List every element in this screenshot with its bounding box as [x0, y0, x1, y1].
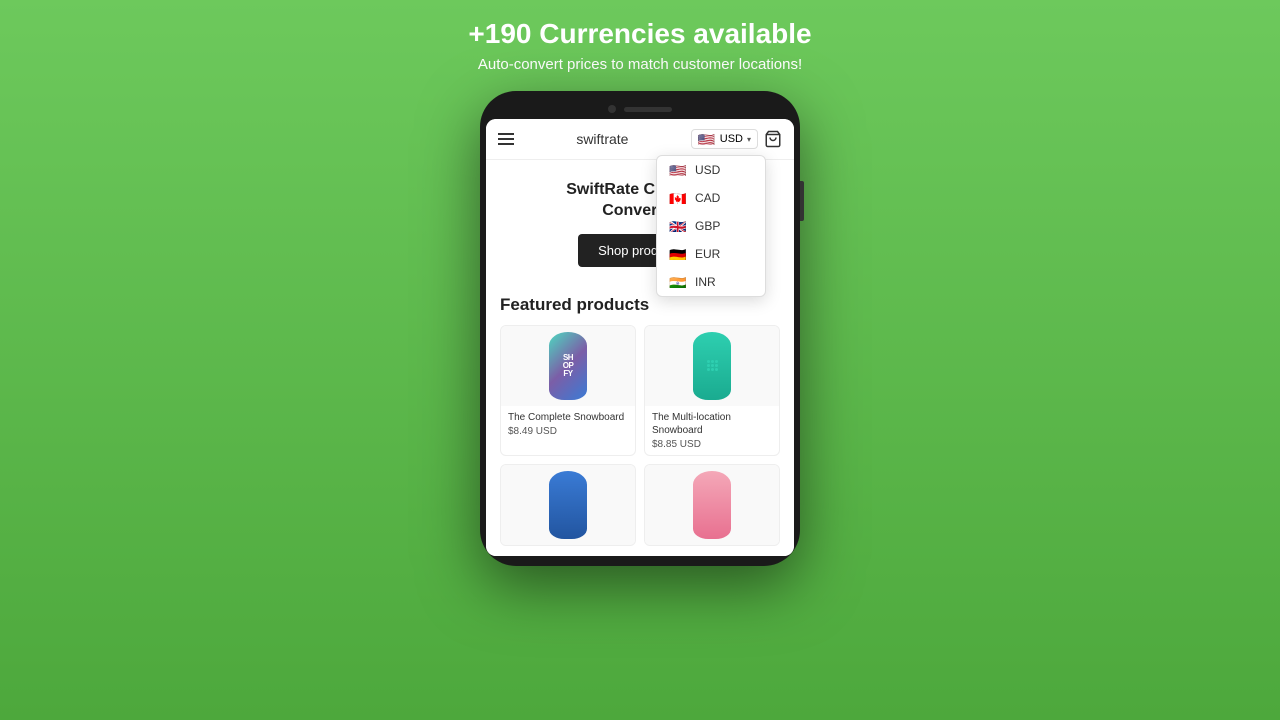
phone-mockup: swiftrate 🇺🇸 USD ▾ — [480, 91, 800, 566]
usd-label: USD — [695, 163, 720, 177]
product-name-1: The Complete Snowboard — [508, 411, 628, 424]
store-header: swiftrate 🇺🇸 USD ▾ — [486, 119, 794, 160]
products-grid-row2 — [500, 464, 780, 546]
product-image-2 — [645, 326, 779, 406]
currency-option-cad[interactable]: 🇨🇦 CAD — [657, 184, 765, 212]
gbp-label: GBP — [695, 219, 720, 233]
product-image-1: SHOPFY — [501, 326, 635, 406]
product-info-1: The Complete Snowboard $8.49 USD — [501, 406, 635, 442]
currency-option-usd[interactable]: 🇺🇸 USD — [657, 156, 765, 184]
product-name-2: The Multi-location Snowboard — [652, 411, 772, 437]
product-price-1: $8.49 USD — [508, 426, 628, 437]
featured-section: Featured products SHOPFY The Complete Sn… — [486, 283, 794, 556]
cad-label: CAD — [695, 191, 720, 205]
hamburger-menu-icon[interactable] — [498, 133, 514, 145]
flag-eur-option: 🇩🇪 — [669, 248, 687, 260]
product-card-3[interactable] — [500, 464, 636, 546]
flag-usd: 🇺🇸 — [698, 133, 716, 145]
phone-side-button — [800, 181, 804, 221]
currency-selector[interactable]: 🇺🇸 USD ▾ — [691, 129, 758, 149]
currency-dropdown[interactable]: 🇺🇸 USD 🇨🇦 CAD 🇬🇧 GBP 🇩🇪 EUR — [656, 155, 766, 297]
flag-inr-option: 🇮🇳 — [669, 276, 687, 288]
main-headline: +190 Currencies available — [468, 18, 811, 50]
snowboard-graphic-3 — [549, 471, 587, 539]
products-grid: SHOPFY The Complete Snowboard $8.49 USD — [500, 325, 780, 456]
main-subheadline: Auto-convert prices to match customer lo… — [478, 56, 802, 73]
currency-option-eur[interactable]: 🇩🇪 EUR — [657, 240, 765, 268]
header-right-controls: 🇺🇸 USD ▾ — [691, 129, 782, 149]
chevron-down-icon: ▾ — [747, 135, 751, 144]
snowboard-graphic-1: SHOPFY — [549, 332, 587, 400]
cart-icon[interactable] — [764, 130, 782, 148]
currency-option-inr[interactable]: 🇮🇳 INR — [657, 268, 765, 296]
product-image-3 — [501, 465, 635, 545]
inr-label: INR — [695, 275, 716, 289]
product-card-4[interactable] — [644, 464, 780, 546]
product-price-2: $8.85 USD — [652, 439, 772, 450]
store-name: swiftrate — [576, 131, 628, 147]
product-info-2: The Multi-location Snowboard $8.85 USD — [645, 406, 779, 455]
currency-option-gbp[interactable]: 🇬🇧 GBP — [657, 212, 765, 240]
flag-usd-option: 🇺🇸 — [669, 164, 687, 176]
flag-gbp-option: 🇬🇧 — [669, 220, 687, 232]
phone-screen: swiftrate 🇺🇸 USD ▾ — [486, 119, 794, 556]
flag-cad-option: 🇨🇦 — [669, 192, 687, 204]
currency-code: USD — [720, 133, 743, 145]
product-card-1[interactable]: SHOPFY The Complete Snowboard $8.49 USD — [500, 325, 636, 456]
phone-camera — [608, 105, 616, 113]
product-card-2[interactable]: The Multi-location Snowboard $8.85 USD — [644, 325, 780, 456]
snowboard-graphic-4 — [693, 471, 731, 539]
phone-speaker — [624, 107, 672, 112]
featured-title: Featured products — [500, 295, 780, 315]
phone-notch — [486, 105, 794, 113]
snowboard-graphic-2 — [693, 332, 731, 400]
product-image-4 — [645, 465, 779, 545]
eur-label: EUR — [695, 247, 720, 261]
